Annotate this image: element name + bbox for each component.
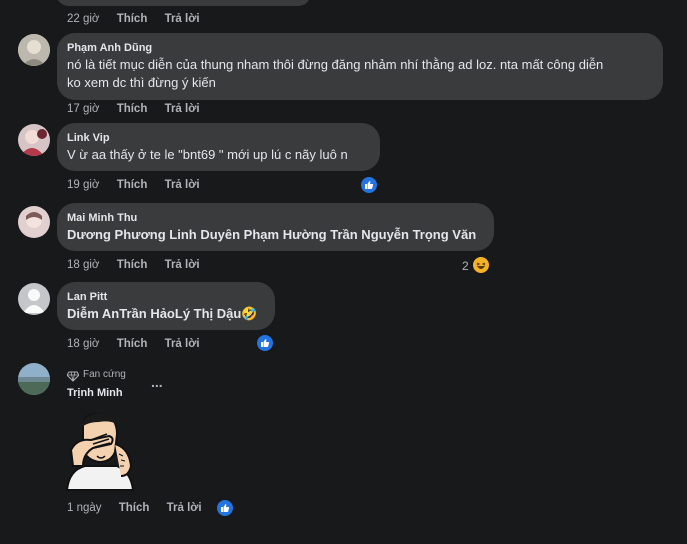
like-button[interactable]: Thích [117,103,148,115]
default-avatar-icon [18,283,50,315]
comment-actions-1: 17 giờ Thích Trả lời [67,103,214,115]
comment-actions-5: 1 ngày Thích Trả lời [67,502,216,514]
like-reaction-icon[interactable] [359,175,379,195]
comment-actions-2: 19 giờ Thích Trả lời [67,179,214,191]
comment-bubble-0 [56,0,311,6]
comment-text: ko xem dc thì đừng ý kiến [67,75,216,90]
comment-time[interactable]: 1 ngày [67,502,102,514]
comment-text: Diễm AnTrần HảoLý Thị Dậu🤣 [67,306,258,321]
comment-actions-3: 18 giờ Thích Trả lời [67,259,214,271]
reply-button[interactable]: Trả lời [165,259,200,271]
avatar[interactable] [18,283,50,315]
like-button[interactable]: Thích [117,259,148,271]
avatar[interactable] [18,363,50,395]
avatar[interactable] [18,34,50,66]
like-button[interactable]: Thích [117,338,148,350]
avatar[interactable] [18,124,50,156]
avatar-photo-icon [18,206,50,238]
comment-text: V ừ aa thấy ở te le "bnt69 " mới up lú c… [67,147,348,162]
comment-time[interactable]: 19 giờ [67,179,99,191]
comment-text: Dương Phương Linh Duyên Phạm Hường Trần … [67,227,477,242]
like-button[interactable]: Thích [117,13,148,25]
reaction-count[interactable]: 2 [462,259,469,273]
comment-actions-4: 18 giờ Thích Trả lời [67,338,214,350]
reply-button[interactable]: Trả lời [165,338,200,350]
commenter-name[interactable]: Mai Minh Thu [67,212,137,224]
avatar-photo-icon [18,34,50,66]
comment-actions-0: 22 giờ Thích Trả lời [67,13,214,25]
avatar-photo-icon [18,363,50,395]
comment-time[interactable]: 22 giờ [67,13,99,25]
fan-badge-icon [66,369,80,387]
commenter-name[interactable]: Link Vip [67,132,110,144]
like-button[interactable]: Thích [119,502,150,514]
comment-time[interactable]: 17 giờ [67,103,99,115]
reply-button[interactable]: Trả lời [167,502,202,514]
fan-badge-label: Fan cứng [83,369,126,380]
like-reaction-icon[interactable] [215,498,235,518]
comment-time[interactable]: 18 giờ [67,338,99,350]
commenter-name[interactable]: Trịnh Minh [67,387,123,399]
sticker-facepalm[interactable] [63,410,135,492]
like-reaction-icon[interactable] [255,333,275,353]
comment-time[interactable]: 18 giờ [67,259,99,271]
like-button[interactable]: Thích [117,179,148,191]
reply-button[interactable]: Trả lời [165,179,200,191]
commenter-name[interactable]: Phạm Anh Dũng [67,42,152,54]
avatar-photo-icon [18,124,50,156]
commenter-name[interactable]: Lan Pitt [67,291,107,303]
haha-reaction-icon[interactable] [471,255,491,275]
avatar[interactable] [18,206,50,238]
reply-button[interactable]: Trả lời [165,13,200,25]
more-options-button[interactable]: ... [151,374,163,390]
reply-button[interactable]: Trả lời [165,103,200,115]
comment-text: nó là tiết mục diễn của thung nham thôi … [67,57,604,72]
